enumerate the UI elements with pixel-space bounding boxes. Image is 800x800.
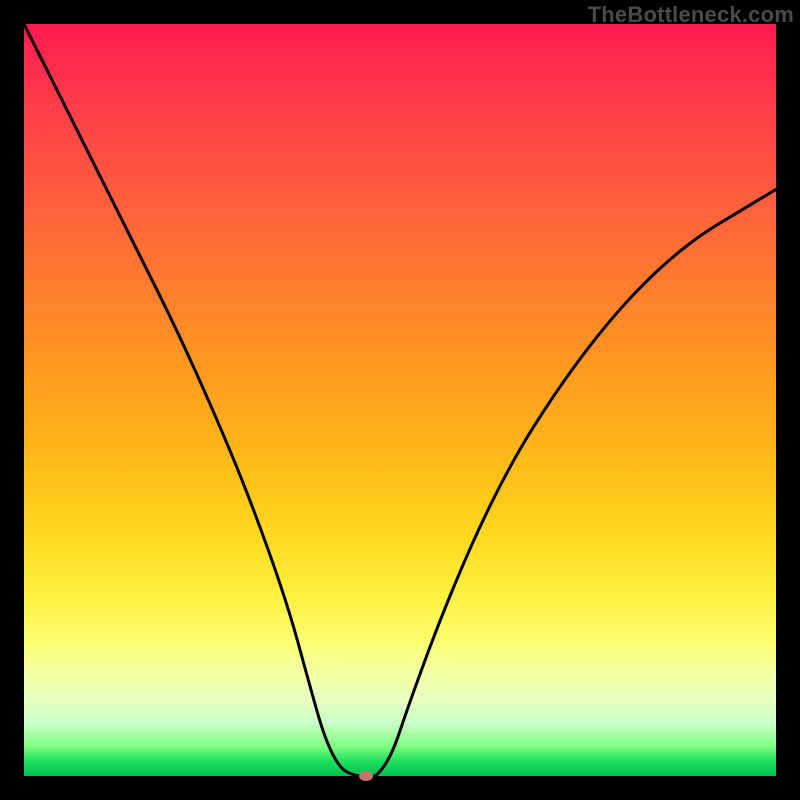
plot-area [24,24,776,776]
bottleneck-curve [24,24,776,776]
chart-frame: TheBottleneck.com [0,0,800,800]
optimal-point-marker [359,771,373,781]
watermark-text: TheBottleneck.com [588,2,794,28]
